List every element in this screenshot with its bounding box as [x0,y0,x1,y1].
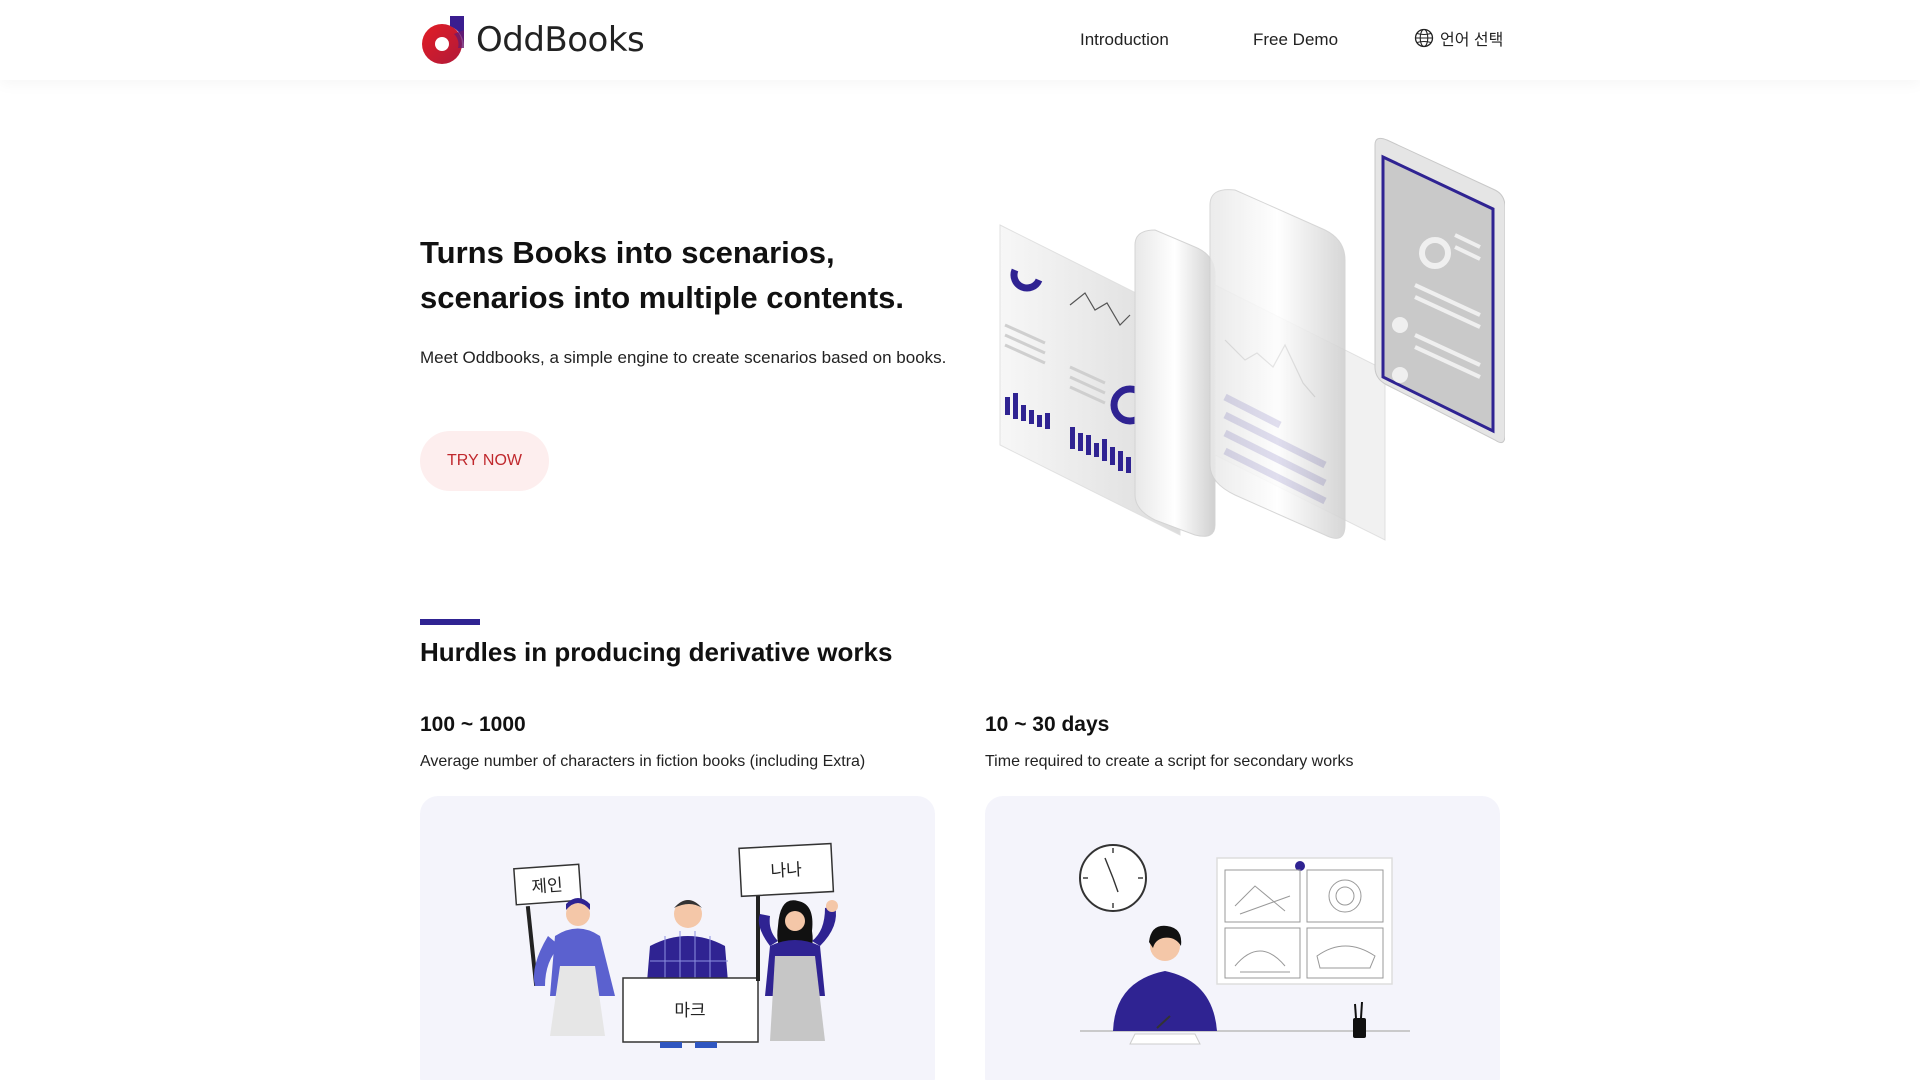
section-accent-bar [420,619,480,625]
section-title: Hurdles in producing derivative works [420,637,893,667]
brand-logo[interactable]: OddBooks [420,14,645,66]
stat-description: Average number of characters in fiction … [420,753,866,770]
hero-title-line2: scenarios into multiple contents. [420,280,905,315]
hero-illustration [999,137,1505,541]
stat-value: 100 ~ 1000 [420,713,526,736]
characters-illustration: 제인 마크 나나 [513,842,838,1048]
oddbooks-logo-icon [422,16,465,64]
sign-middle-text: 마크 [674,1001,705,1021]
stat-description: Time required to create a script for sec… [985,753,1354,770]
stat-value: 10 ~ 30 days [985,713,1110,736]
storyboard-illustration [1079,844,1410,1045]
nav-free-demo[interactable]: Free Demo [1253,0,1338,80]
sign-right-text: 나나 [770,860,803,882]
hero-subtitle: Meet Oddbooks, a simple engine to create… [420,348,947,367]
nav-introduction[interactable]: Introduction [1080,0,1169,80]
characters-card: 제인 마크 나나 [420,796,935,1080]
brand-name: OddBooks [476,20,645,60]
stat-characters: 100 ~ 1000 Average number of characters … [420,713,865,771]
stat-days: 10 ~ 30 days Time required to create a s… [985,713,1353,771]
hero-title: Turns Books into scenarios, scenarios in… [420,230,904,320]
language-selector[interactable]: 언어 선택 [1414,0,1503,78]
storyboard-card [985,796,1500,1080]
sign-left-text: 제인 [531,875,564,897]
globe-icon [1414,28,1434,48]
try-now-button[interactable]: TRY NOW [420,431,549,491]
site-header: OddBooks Introduction Free Demo 언어 선택 [0,0,1920,80]
hero-title-line1: Turns Books into scenarios, [420,235,835,270]
language-label: 언어 선택 [1440,32,1504,49]
